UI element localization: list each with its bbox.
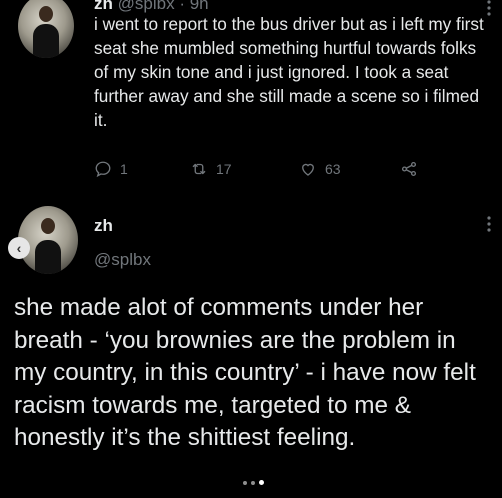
like-icon bbox=[302, 163, 314, 176]
like-button[interactable]: 63 bbox=[299, 160, 341, 178]
reply-icon bbox=[95, 161, 111, 178]
reply-button[interactable]: 1 bbox=[94, 160, 128, 178]
tweet-actions: 1 17 63 bbox=[94, 160, 434, 180]
retweet-icon bbox=[192, 163, 206, 175]
tweet-1-text: i went to report to the bus driver but a… bbox=[94, 14, 484, 130]
avatar-head bbox=[41, 218, 55, 235]
author-handle[interactable]: @splbx bbox=[94, 250, 151, 270]
like-count: 63 bbox=[325, 161, 341, 177]
share-button[interactable] bbox=[400, 160, 426, 178]
share-icon bbox=[401, 161, 417, 177]
back-icon[interactable]: ‹ bbox=[8, 237, 30, 259]
tweet-2-text: she made alot of comments under her brea… bbox=[14, 294, 476, 451]
retweet-button[interactable]: 17 bbox=[190, 160, 232, 178]
reply-count: 1 bbox=[120, 161, 128, 177]
avatar[interactable] bbox=[18, 0, 74, 58]
avatar-body bbox=[33, 24, 59, 58]
carousel-dots[interactable] bbox=[243, 480, 264, 485]
more-icon[interactable] bbox=[484, 216, 494, 232]
carousel-dot[interactable] bbox=[251, 480, 255, 485]
carousel-dot[interactable] bbox=[243, 480, 247, 485]
author-name[interactable]: zh bbox=[94, 216, 113, 236]
retweet-count: 17 bbox=[216, 161, 232, 177]
avatar-body bbox=[35, 240, 61, 274]
more-icon[interactable] bbox=[484, 0, 494, 16]
avatar-head bbox=[39, 5, 53, 22]
carousel-dot-active[interactable] bbox=[259, 480, 264, 485]
